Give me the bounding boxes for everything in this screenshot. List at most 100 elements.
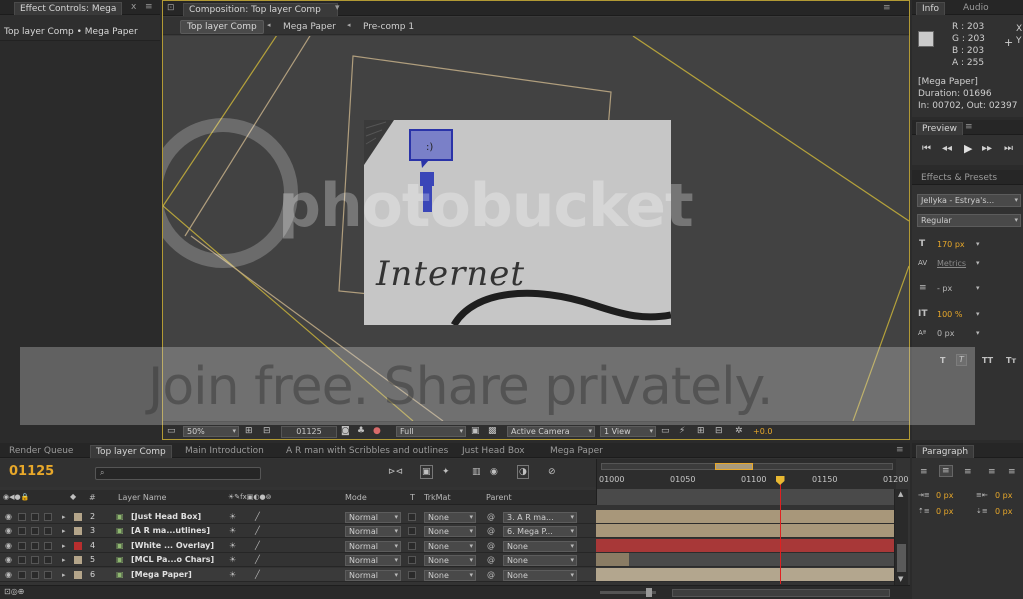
audio-switch[interactable] [18, 570, 26, 579]
layer-duration-bar[interactable] [596, 538, 896, 553]
table-row[interactable]: ◉ ▸ 6 ▣ [Mega Paper] ☀ ╱ Normal None @ None [0, 567, 596, 582]
layer-bar-fill[interactable] [596, 553, 629, 567]
panel-menu-icon[interactable]: ≡ [145, 3, 155, 12]
timeline-toggle-icon[interactable]: ⊞ [697, 426, 705, 436]
solo-switch[interactable] [31, 527, 39, 536]
tab-effect-controls[interactable]: Effect Controls: Mega [14, 2, 123, 15]
solo-switch[interactable] [31, 541, 39, 550]
indent-left-value[interactable]: 0 px [936, 491, 953, 500]
trkmat-select[interactable]: None [424, 540, 476, 552]
align-right-icon[interactable]: ≡ [964, 467, 972, 477]
comp-mini-flowchart-icon[interactable]: ▣ [420, 465, 433, 479]
quality-switch-icon[interactable]: ╱ [255, 554, 260, 566]
blend-mode-select[interactable]: Normal [345, 540, 401, 552]
collapse-switch-icon[interactable]: ☀ [229, 525, 236, 537]
timeline-search-input[interactable]: ⌕ [95, 467, 261, 480]
pickwhip-icon[interactable]: @ [487, 554, 495, 566]
layer-name[interactable]: [White ... Overlay] [131, 540, 214, 552]
label-color-swatch[interactable] [74, 570, 82, 579]
vertical-scale-value[interactable]: 100 % [937, 310, 962, 319]
lock-switch[interactable] [44, 541, 52, 550]
timeline-vertical-scrollbar[interactable]: ▲ ▼ [894, 489, 908, 585]
tab-info[interactable]: Info [916, 2, 946, 15]
justify-icon[interactable]: ≡ [988, 467, 996, 477]
label-color-swatch[interactable] [74, 513, 82, 521]
layer-bar-fill[interactable] [596, 538, 896, 552]
solo-switch[interactable] [31, 556, 39, 565]
pickwhip-icon[interactable]: @ [487, 525, 495, 537]
tab-timeline-4[interactable]: Just Head Box [457, 445, 530, 458]
audio-switch[interactable] [18, 541, 26, 550]
panel-menu-icon[interactable]: ≡ [883, 4, 893, 13]
layer-bar-fill[interactable] [596, 524, 896, 538]
scroll-thumb[interactable] [897, 544, 906, 572]
visibility-eye-icon[interactable]: ◉ [5, 511, 12, 523]
panel-menu-icon[interactable]: ≡ [896, 446, 906, 455]
camera-snapshot-icon[interactable]: ◙ [341, 426, 350, 436]
font-family-select[interactable]: Jellyka - Estrya's... [917, 194, 1021, 207]
horizontal-scrollbar[interactable] [672, 589, 890, 597]
layer-name[interactable]: [A R ma...utlines] [131, 525, 210, 537]
table-row[interactable]: ◉ ▸ 5 ▣ [MCL Pa...o Chars] ☀ ╱ Normal None @ None [0, 553, 596, 568]
expand-arrow-icon[interactable]: ▸ [62, 554, 66, 566]
play-icon[interactable]: ▶ [964, 142, 972, 155]
tab-preview[interactable]: Preview [916, 122, 964, 135]
collapse-switch-icon[interactable]: ☀ [229, 540, 236, 552]
blend-mode-select[interactable]: Normal [345, 555, 401, 567]
prev-frame-icon[interactable]: ◂◂ [942, 143, 952, 154]
parent-select[interactable]: 6. Mega P... [503, 526, 577, 538]
work-area-range[interactable] [715, 463, 753, 470]
blend-mode-select[interactable]: Normal [345, 526, 401, 538]
zoom-slider-thumb[interactable] [646, 588, 652, 597]
all-caps-icon[interactable]: TT [982, 356, 993, 366]
parent-select[interactable]: None [503, 555, 577, 567]
layer-name[interactable]: [Just Head Box] [131, 511, 201, 523]
trkmat-select[interactable]: None [424, 555, 476, 567]
kerning-value[interactable]: Metrics [937, 259, 966, 268]
fast-preview-icon[interactable]: ⚡ [679, 426, 685, 436]
blend-mode-select[interactable]: Normal [345, 569, 401, 581]
collapse-switch-icon[interactable]: ☀ [229, 511, 236, 523]
pickwhip-icon[interactable]: @ [487, 540, 495, 552]
pixel-aspect-icon[interactable]: ▭ [661, 426, 670, 436]
zoom-select[interactable]: 50% [183, 426, 239, 437]
baseline-value[interactable]: 0 px [937, 329, 954, 338]
layer-name[interactable]: [Mega Paper] [131, 569, 192, 581]
frame-blending-icon[interactable]: ▥ [472, 467, 481, 477]
quality-switch-icon[interactable]: ╱ [255, 511, 260, 523]
tab-paragraph[interactable]: Paragraph [916, 445, 975, 458]
blend-mode-select[interactable]: Normal [345, 512, 401, 523]
expand-arrow-icon[interactable]: ▸ [62, 511, 66, 523]
space-after-value[interactable]: 0 px [995, 507, 1012, 516]
timecode-field[interactable]: 01125 [281, 426, 337, 438]
expand-arrow-icon[interactable]: ▸ [62, 569, 66, 581]
lock-switch[interactable] [44, 527, 52, 536]
tab-timeline-1[interactable]: Top layer Comp [90, 445, 172, 458]
channel-icon[interactable]: ● [373, 426, 381, 436]
parent-select[interactable]: None [503, 569, 577, 581]
grid-icon[interactable]: ⊞ [245, 426, 253, 436]
font-size-value[interactable]: 170 px [937, 240, 965, 249]
layer-name[interactable]: [MCL Pa...o Chars] [131, 554, 214, 566]
visibility-eye-icon[interactable]: ◉ [5, 554, 12, 566]
trkmat-select[interactable]: None [424, 569, 476, 581]
flowchart-icon[interactable]: ⊟ [715, 426, 723, 436]
transparency-grid-icon[interactable]: ▩ [488, 426, 497, 436]
breadcrumb-item-top-layer-comp[interactable]: Top layer Comp [180, 20, 264, 34]
region-of-interest-icon[interactable]: ▣ [471, 426, 480, 436]
visibility-eye-icon[interactable]: ◉ [5, 540, 12, 552]
brainstorm-icon[interactable]: ◑ [517, 465, 529, 479]
layer-duration-bar[interactable] [596, 553, 896, 568]
trkmat-select[interactable]: None [424, 512, 476, 523]
visibility-eye-icon[interactable]: ◉ [5, 525, 12, 537]
solo-switch[interactable] [31, 513, 39, 521]
tab-audio[interactable]: Audio [958, 2, 994, 15]
collapse-switch-icon[interactable]: ☀ [229, 554, 236, 566]
last-frame-icon[interactable]: ⏭ [1004, 143, 1013, 154]
lock-switch[interactable] [44, 513, 52, 521]
footer-toggle-icons[interactable]: ⊡◎⊕ [4, 587, 24, 597]
font-style-select[interactable]: Regular [917, 214, 1021, 227]
exposure-icon[interactable]: ✲ [735, 426, 743, 436]
pickwhip-icon[interactable]: @ [487, 569, 495, 581]
time-ruler[interactable]: 01000 01050 01100 01150 01200 [596, 459, 908, 505]
